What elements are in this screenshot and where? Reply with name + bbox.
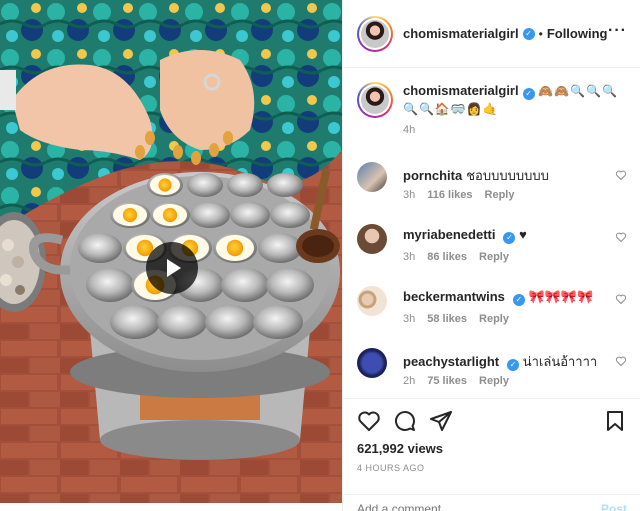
ellipsis-icon[interactable]: ··· bbox=[608, 22, 627, 40]
reply-button[interactable]: Reply bbox=[479, 313, 509, 325]
comment-username[interactable]: pornchita bbox=[403, 168, 462, 183]
speech-bubble-icon[interactable] bbox=[393, 409, 417, 433]
verified-badge-icon: ✓ bbox=[522, 27, 535, 40]
add-comment-input[interactable] bbox=[357, 502, 577, 511]
post-caption: chomismaterialgirl ✓ 🙈🙈🔍🔍🔍🔍🔍🏠🥽👩🤙 4h bbox=[357, 82, 627, 136]
comment-likes[interactable]: 75 likes bbox=[427, 375, 467, 387]
action-bar bbox=[343, 398, 640, 442]
comment-username[interactable]: beckermantwins bbox=[403, 289, 505, 304]
comment-likes[interactable]: 58 likes bbox=[427, 313, 467, 325]
comment-item: pornchita ชอบบบบบบบบ 3h 116 likes Reply bbox=[357, 162, 627, 212]
comment-text: 🎀🎀🎀🎀 bbox=[528, 289, 594, 304]
comment-item: peachystarlight ✓ น่าเล่นอ้าาาา 2h 75 like… bbox=[357, 348, 627, 398]
verified-badge-icon: ✓ bbox=[522, 87, 535, 100]
comment-likes[interactable]: 116 likes bbox=[427, 189, 472, 201]
comment-text: ♥ bbox=[519, 227, 527, 242]
comment-text: น่าเล่นอ้าาาา bbox=[522, 354, 598, 369]
verified-badge-icon: ✓ bbox=[512, 293, 525, 306]
heart-icon[interactable] bbox=[615, 355, 627, 367]
comment-likes[interactable]: 86 likes bbox=[427, 251, 467, 263]
comment-username[interactable]: myriabenedetti bbox=[403, 227, 495, 242]
comment-time[interactable]: 2h bbox=[403, 375, 415, 387]
bookmark-icon[interactable] bbox=[603, 409, 627, 433]
comment-item: beckermantwins ✓ 🎀🎀🎀🎀 3h 58 likes Reply bbox=[357, 286, 627, 336]
caption-timestamp[interactable]: 4h bbox=[403, 124, 627, 136]
heart-icon[interactable] bbox=[615, 231, 627, 243]
play-icon bbox=[167, 259, 181, 277]
heart-icon[interactable] bbox=[615, 169, 627, 181]
view-count[interactable]: 621,992 views bbox=[357, 441, 443, 456]
post-timestamp[interactable]: 4 HOURS AGO bbox=[357, 463, 425, 473]
media-bottom-strip bbox=[0, 503, 342, 511]
heart-icon[interactable] bbox=[357, 409, 381, 433]
reply-button[interactable]: Reply bbox=[479, 375, 509, 387]
verified-badge-icon: ✓ bbox=[507, 358, 520, 371]
comment-composer: Post bbox=[343, 494, 640, 511]
paper-plane-icon[interactable] bbox=[429, 409, 453, 433]
comment-username[interactable]: peachystarlight bbox=[403, 354, 499, 369]
commenter-avatar[interactable] bbox=[357, 162, 387, 192]
comment-time[interactable]: 3h bbox=[403, 313, 415, 325]
author-username[interactable]: chomismaterialgirl bbox=[403, 26, 519, 41]
post-header: chomismaterialgirl ✓ • Following ··· bbox=[343, 0, 640, 68]
following-button[interactable]: Following bbox=[547, 26, 608, 41]
author-avatar[interactable] bbox=[357, 15, 393, 52]
heart-icon[interactable] bbox=[615, 293, 627, 305]
reply-button[interactable]: Reply bbox=[485, 189, 515, 201]
commenter-avatar[interactable] bbox=[357, 224, 387, 254]
play-button[interactable] bbox=[146, 242, 198, 294]
post-comment-button[interactable]: Post bbox=[601, 502, 627, 511]
comment-item: myriabenedetti ✓ ♥ 3h 86 likes Reply bbox=[357, 224, 627, 274]
caption-author-avatar[interactable] bbox=[357, 82, 393, 118]
post-video[interactable] bbox=[0, 0, 342, 511]
comment-time[interactable]: 3h bbox=[403, 189, 415, 201]
verified-badge-icon: ✓ bbox=[503, 231, 516, 244]
commenter-avatar[interactable] bbox=[357, 348, 387, 378]
follow-separator: • bbox=[538, 26, 543, 41]
post-sidebar: chomismaterialgirl ✓ • Following ··· cho… bbox=[342, 0, 640, 511]
reply-button[interactable]: Reply bbox=[479, 251, 509, 263]
comment-time[interactable]: 3h bbox=[403, 251, 415, 263]
caption-username[interactable]: chomismaterialgirl bbox=[403, 83, 519, 98]
comment-text: ชอบบบบบบบบ bbox=[466, 168, 549, 183]
commenter-avatar[interactable] bbox=[357, 286, 387, 316]
